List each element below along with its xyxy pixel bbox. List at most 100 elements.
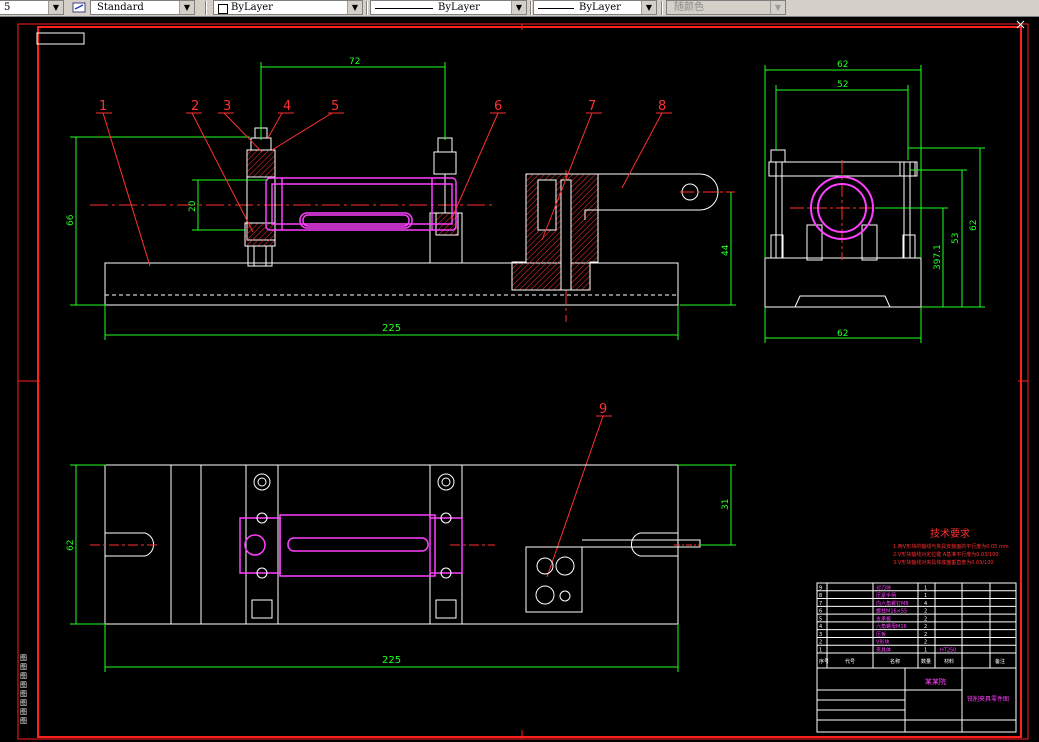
left-legend-item: 图 (20, 717, 27, 725)
balloon-9: 9 (599, 402, 607, 417)
plot-style-combo[interactable]: 随颜色 ▼ (666, 0, 786, 15)
chevron-down-icon[interactable]: ▼ (641, 1, 656, 14)
left-legend: 图图图图图图图图 (20, 654, 27, 725)
toolbar-separator (205, 1, 207, 15)
chevron-down-icon[interactable]: ▼ (179, 1, 194, 14)
layer-color-value: ByLayer (231, 2, 273, 13)
bom-row-qty: 1 (924, 648, 927, 654)
balloon-6: 6 (494, 99, 502, 114)
dim-397: 397.1 (933, 244, 943, 270)
bom-row-name: 支承板 (876, 615, 891, 622)
left-legend-item: 图 (20, 663, 27, 671)
chevron-down-icon[interactable]: ▼ (511, 1, 526, 14)
chevron-down-icon[interactable]: ▼ (347, 1, 362, 14)
dimension-style-value: Standard (97, 2, 144, 13)
bom-row-qty: 2 (924, 624, 927, 630)
company-name: 某某院 (925, 677, 946, 686)
bom-row-name: 内六角螺钉M8 (876, 600, 909, 607)
chevron-down-icon[interactable]: ▼ (770, 1, 785, 14)
bom-row-qty: 2 (924, 616, 927, 622)
balloon-8: 8 (658, 99, 666, 114)
chevron-down-icon[interactable]: ▼ (48, 1, 63, 14)
bom-row-no: 9 (819, 585, 822, 591)
dim-72: 72 (349, 57, 360, 67)
bom-row-name: 压板 (876, 631, 886, 638)
bom-row-qty: 4 (924, 601, 927, 607)
linetype-combo[interactable]: ByLayer ▼ (370, 0, 527, 15)
dim-62-bottom: 62 (837, 329, 848, 339)
dim-20: 20 (188, 200, 198, 212)
bom-header-remark: 备注 (995, 658, 1005, 665)
toolbar-separator (530, 1, 532, 15)
bom-row-no: 6 (819, 609, 822, 615)
balloon-7: 7 (588, 99, 596, 114)
balloon-4: 4 (283, 99, 291, 114)
dimension-style-icon[interactable] (72, 1, 86, 14)
bom-row-no: 2 (819, 640, 822, 646)
bom-row-no: 7 (819, 601, 822, 607)
bom-row-qty: 2 (924, 640, 927, 646)
toolbar-separator (661, 1, 663, 15)
bom-row-name: 螺柱M16×55 (876, 608, 907, 615)
linetype-value: ByLayer (438, 2, 480, 13)
bom-row-no: 8 (819, 593, 822, 599)
part-balloons: 1 2 3 4 5 6 7 8 9 (96, 99, 672, 578)
dim-53: 53 (951, 233, 961, 244)
balloon-1: 1 (99, 99, 107, 114)
bom-row-name: 六角螺母M16 (876, 623, 907, 630)
bom-row-name: V形块 (876, 639, 889, 646)
side-view (764, 149, 922, 308)
technical-requirements: 技术要求 1.两V形块的轴线与夹具安装面的平行度为0.05 mm 2.V形块轴线… (893, 527, 1009, 566)
plan-view (90, 464, 712, 625)
bom-row-material: HT250 (940, 648, 956, 654)
bom-row-qty: 1 (924, 585, 927, 591)
tech-line-1: 1.两V形块的轴线与夹具安装面的平行度为0.05 mm (893, 543, 1009, 550)
text-style-combo[interactable]: 5 ▼ (0, 0, 64, 15)
bom-row-no: 5 (819, 616, 822, 622)
lineweight-value: ByLayer (579, 2, 621, 13)
bom-row-qty: 2 (924, 632, 927, 638)
drawing-name: 铣削夹具零件图 (967, 695, 1009, 703)
dim-52: 52 (837, 80, 848, 90)
bom-row-no: 1 (819, 648, 822, 654)
left-legend-item: 图 (20, 654, 27, 662)
bom-table-text: 9 对刀块 1 8 压紧手柄 1 7 内六角螺钉M8 4 6 螺柱M16×55 2 5 支承板 2 4 六角螺母… (819, 584, 956, 653)
balloon-5: 5 (331, 99, 339, 114)
toolbar-separator (366, 1, 368, 15)
left-legend-item: 图 (20, 672, 27, 680)
bom-header-qty: 数量 (921, 658, 931, 665)
left-legend-item: 图 (20, 699, 27, 707)
dim-62-top: 62 (837, 60, 848, 70)
bom-row-qty: 2 (924, 609, 927, 615)
dim-66: 66 (66, 214, 76, 226)
bom-header: 序号 代号 名称 数量 材料 备注 某某院 铣削夹具零件图 (819, 658, 1009, 703)
bom-table (816, 582, 1017, 733)
layer-color-combo[interactable]: ByLayer ▼ (213, 0, 363, 15)
tech-line-3: 3.V形块轴线对夹具体底面垂直度为0.03/100 (893, 559, 994, 566)
dim-62-right: 62 (969, 220, 979, 231)
left-legend-item: 图 (20, 681, 27, 689)
dim-31: 31 (721, 499, 731, 510)
dim-225-plan: 225 (382, 655, 401, 666)
dim-44: 44 (721, 244, 731, 256)
bom-header-name: 名称 (890, 658, 900, 665)
tech-line-2: 2.V形块轴线对定位键 A基准平行度为0.03/100 (893, 551, 999, 558)
bom-row-name: 夹具体 (876, 647, 891, 654)
drawing-canvas[interactable]: 72 66 20 44 225 1 2 3 4 5 6 7 8 9 62 52 … (0, 17, 1039, 742)
linetype-preview-icon (375, 8, 433, 9)
lineweight-combo[interactable]: ByLayer ▼ (533, 0, 657, 15)
front-view-dimensions: 72 66 20 44 225 (66, 57, 736, 340)
dimension-style-combo[interactable]: Standard ▼ (90, 0, 195, 15)
bom-header-code: 代号 (845, 658, 855, 665)
balloon-3: 3 (223, 99, 231, 114)
bom-row-name: 压紧手柄 (876, 592, 896, 599)
bom-row-name: 对刀块 (876, 584, 891, 591)
balloon-2: 2 (191, 99, 199, 114)
dim-225-front: 225 (382, 323, 401, 334)
bom-row-no: 4 (819, 624, 822, 630)
left-legend-item: 图 (20, 690, 27, 698)
plan-view-dimensions: 62 31 225 (66, 464, 736, 672)
bom-header-no: 序号 (819, 658, 829, 665)
dim-62-plan: 62 (66, 540, 76, 551)
color-swatch-icon (218, 4, 228, 14)
